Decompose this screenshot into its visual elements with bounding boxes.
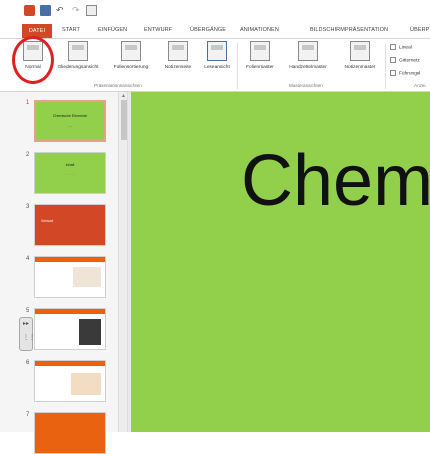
tab-uebergaenge[interactable]: ÜBERGÄNGE: [190, 27, 226, 33]
slide-thumbnail-panel: 1 Chemische Elemente — 2 Inhalt · · · · …: [0, 92, 118, 454]
slide-thumb-subtitle: —: [68, 124, 72, 128]
tab-animationen[interactable]: ANIMATIONEN: [240, 27, 279, 33]
handout-master-label: Handzettelmaster: [289, 65, 327, 70]
guides-label: Führungsl: [399, 71, 421, 77]
slide-thumb-image: [79, 319, 101, 345]
notes-page-icon: [168, 41, 188, 61]
slide-thumb-title: Inhalt: [65, 163, 75, 167]
group-divider: [237, 43, 238, 89]
slide-sorter-button[interactable]: Foliensortierung: [107, 41, 155, 81]
slide-thumb-title: Chemische Elemente: [52, 114, 88, 118]
group-label-presentation-views: Präsentationsansichten: [94, 83, 142, 88]
slide-number: 4: [26, 256, 30, 262]
slide-thumb-header: [35, 257, 105, 262]
powerpoint-icon[interactable]: [24, 5, 35, 16]
slide-sorter-icon: [121, 41, 141, 61]
outline-view-icon: [68, 41, 88, 61]
save-icon[interactable]: [40, 5, 51, 16]
slide-master-button[interactable]: Folienmaster: [240, 41, 280, 81]
notes-page-label: Notizenseite: [164, 65, 192, 70]
gridlines-label: Gitternetz: [399, 58, 420, 64]
slide-number: 1: [26, 100, 30, 106]
slide-thumbnail-5[interactable]: [34, 308, 106, 350]
current-slide[interactable]: Chem: [131, 92, 430, 432]
slide-thumb-image: [71, 373, 101, 395]
slide-number: 7: [26, 412, 30, 418]
handout-master-icon: [298, 41, 318, 61]
tab-einfuegen[interactable]: EINFÜGEN: [98, 27, 127, 33]
slide-thumbnail-7[interactable]: [34, 412, 106, 454]
slide-number: 6: [26, 360, 30, 366]
scrollbar-thumb[interactable]: [121, 100, 127, 140]
slide-thumbnail-3[interactable]: Vorwort: [34, 204, 106, 246]
group-label-master-views: Masteransichten: [289, 83, 323, 88]
slide-thumb-header: [35, 361, 105, 366]
thumbnail-scrollbar[interactable]: ▲: [118, 92, 128, 432]
slide-editing-canvas: Chem: [128, 92, 430, 432]
slide-master-icon: [250, 41, 270, 61]
outline-view-button[interactable]: Gliederungsansicht: [52, 41, 104, 81]
collapse-pane-button[interactable]: ▸▸ ⋮⋮: [19, 317, 35, 351]
expand-arrows-icon: ▸▸: [23, 321, 30, 327]
reading-view-icon: [207, 41, 227, 61]
tab-start[interactable]: START: [62, 27, 80, 33]
ruler-checkbox[interactable]: Lineal: [390, 44, 430, 50]
quick-access-toolbar: ↶ ↷: [0, 0, 430, 24]
checkbox-box[interactable]: [390, 70, 396, 76]
outline-view-label: Gliederungsansicht: [57, 65, 99, 70]
ribbon-tabs: DATEI START EINFÜGEN ENTWURF ÜBERGÄNGE A…: [0, 24, 430, 38]
slide-thumbnail-1[interactable]: Chemische Elemente —: [34, 100, 106, 142]
slide-thumb-title: Vorwort: [41, 219, 54, 223]
undo-icon[interactable]: ↶: [56, 5, 67, 16]
handout-master-button[interactable]: Handzettelmaster: [282, 41, 334, 81]
slide-number: 2: [26, 152, 30, 158]
group-divider: [385, 43, 386, 89]
checkbox-box[interactable]: [390, 44, 396, 50]
highlight-circle: [12, 36, 54, 84]
group-label-show: Anzei: [414, 83, 426, 88]
notes-master-label: Notizenmaster: [344, 65, 376, 70]
slide-number: 3: [26, 204, 30, 210]
ribbon: Normal Gliederungsansicht Foliensortieru…: [0, 38, 430, 92]
notes-master-icon: [350, 41, 370, 61]
tab-entwurf[interactable]: ENTWURF: [144, 27, 172, 33]
redo-icon[interactable]: ↷: [72, 5, 83, 16]
slide-sorter-label: Foliensortierung: [113, 65, 149, 70]
grip-icon: ⋮⋮: [23, 335, 35, 341]
slide-thumbnail-6[interactable]: [34, 360, 106, 402]
slide-thumb-image: [73, 267, 101, 287]
scroll-up-icon[interactable]: ▲: [121, 93, 126, 99]
slide-thumb-body: · · · · ·: [65, 173, 75, 177]
reading-view-label: Leseansicht: [204, 65, 230, 70]
ruler-label: Lineal: [399, 45, 412, 51]
slide-thumbnail-2[interactable]: Inhalt · · · · ·: [34, 152, 106, 194]
gridlines-checkbox[interactable]: Gitternetz: [390, 57, 430, 63]
tab-ueberpruefen[interactable]: ÜBERP: [410, 27, 429, 33]
slide-number: 5: [26, 308, 30, 314]
tab-bildschirmpraesentation[interactable]: BILDSCHIRMPRÄSENTATION: [310, 27, 388, 33]
slide-title[interactable]: Chem: [241, 140, 430, 222]
notes-page-button[interactable]: Notizenseite: [157, 41, 199, 81]
reading-view-button[interactable]: Leseansicht: [199, 41, 235, 81]
checkbox-box[interactable]: [390, 57, 396, 63]
guides-checkbox[interactable]: Führungsl: [390, 70, 430, 76]
start-presentation-icon[interactable]: [86, 5, 97, 16]
notes-master-button[interactable]: Notizenmaster: [337, 41, 383, 81]
slide-thumbnail-4[interactable]: [34, 256, 106, 298]
slide-master-label: Folienmaster: [246, 65, 274, 70]
slide-thumb-header: [35, 309, 105, 314]
